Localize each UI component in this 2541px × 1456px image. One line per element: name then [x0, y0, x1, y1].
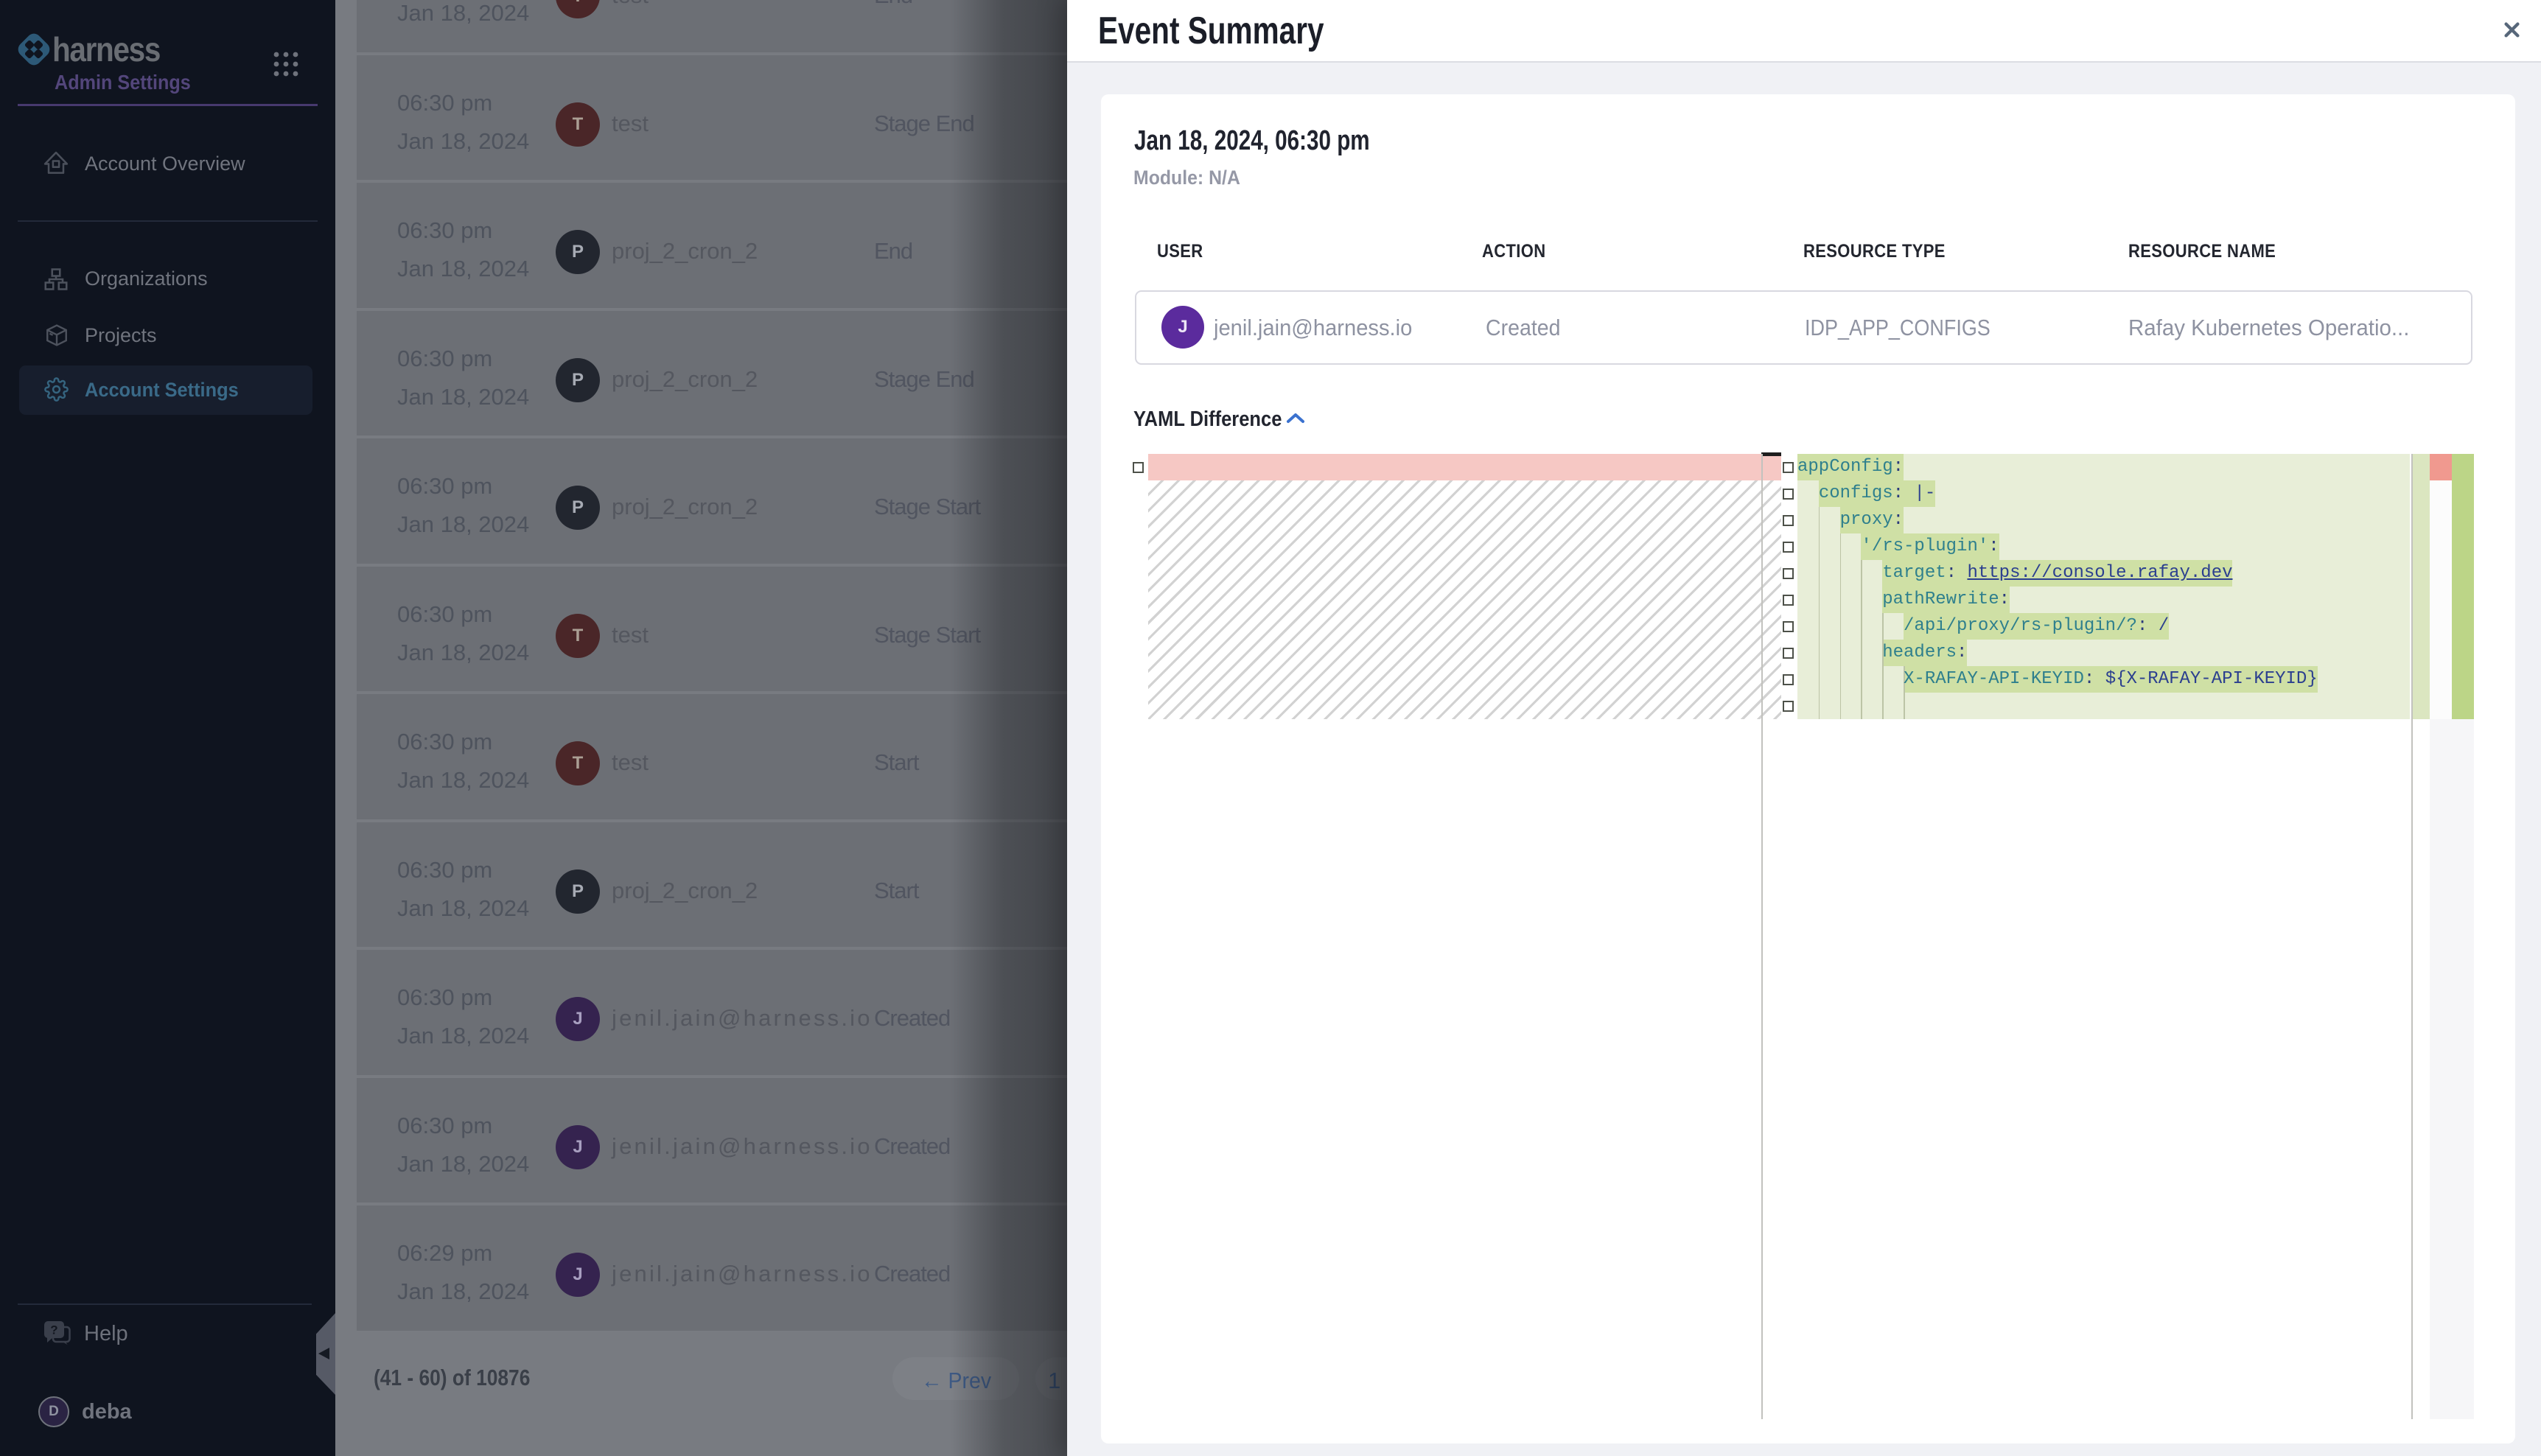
svg-text:?: ?: [50, 1323, 57, 1337]
